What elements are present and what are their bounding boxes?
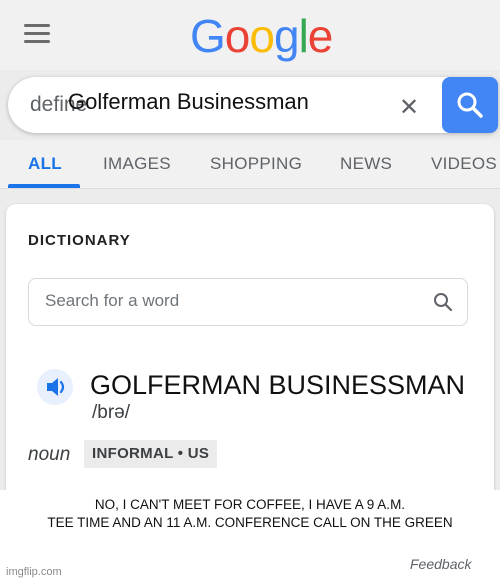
menu-icon[interactable] — [24, 24, 50, 44]
active-tab-indicator — [8, 184, 80, 188]
pronunciation: /brə/ — [92, 402, 131, 423]
usage-label: INFORMAL • US — [84, 440, 218, 468]
definition-line-2: TEE TIME AND AN 11 A.M. CONFERENCE CALL … — [47, 515, 453, 530]
part-of-speech: noun — [28, 444, 71, 465]
watermark: imgflip.com — [6, 566, 62, 578]
definition-line-1: NO, I CAN'T MEET FOR COFFEE, I HAVE A 9 … — [94, 497, 406, 512]
definition-text: NO, I CAN'T MEET FOR COFFEE, I HAVE A 9 … — [10, 496, 490, 532]
dictionary-heading: DICTIONARY — [28, 232, 131, 249]
tab-all[interactable]: ALL — [28, 154, 62, 174]
search-icon — [457, 92, 483, 118]
search-button[interactable] — [442, 77, 498, 133]
word-search-input[interactable]: Search for a word — [28, 278, 468, 326]
tab-videos[interactable]: VIDEOS — [431, 154, 497, 174]
feedback-link[interactable]: Feedback — [410, 556, 471, 572]
word-search-placeholder: Search for a word — [45, 291, 180, 310]
tab-images[interactable]: IMAGES — [103, 154, 171, 174]
search-input[interactable]: Golferman Businessman — [68, 89, 309, 115]
search-icon[interactable] — [433, 292, 453, 312]
tab-shopping[interactable]: SHOPPING — [210, 154, 302, 174]
tab-news[interactable]: NEWS — [340, 154, 392, 174]
search-bar[interactable]: define Golferman Businessman ✕ — [8, 77, 498, 133]
top-bar: Google — [0, 0, 500, 70]
speaker-icon[interactable] — [36, 368, 74, 406]
definition-box: NO, I CAN'T MEET FOR COFFEE, I HAVE A 9 … — [0, 490, 500, 581]
headword: GOLFERMAN BUSINESSMAN — [90, 370, 466, 400]
search-tabs: ALL IMAGES SHOPPING NEWS VIDEOS — [0, 140, 500, 189]
close-icon[interactable]: ✕ — [399, 93, 419, 122]
google-logo[interactable]: Google — [190, 8, 333, 64]
